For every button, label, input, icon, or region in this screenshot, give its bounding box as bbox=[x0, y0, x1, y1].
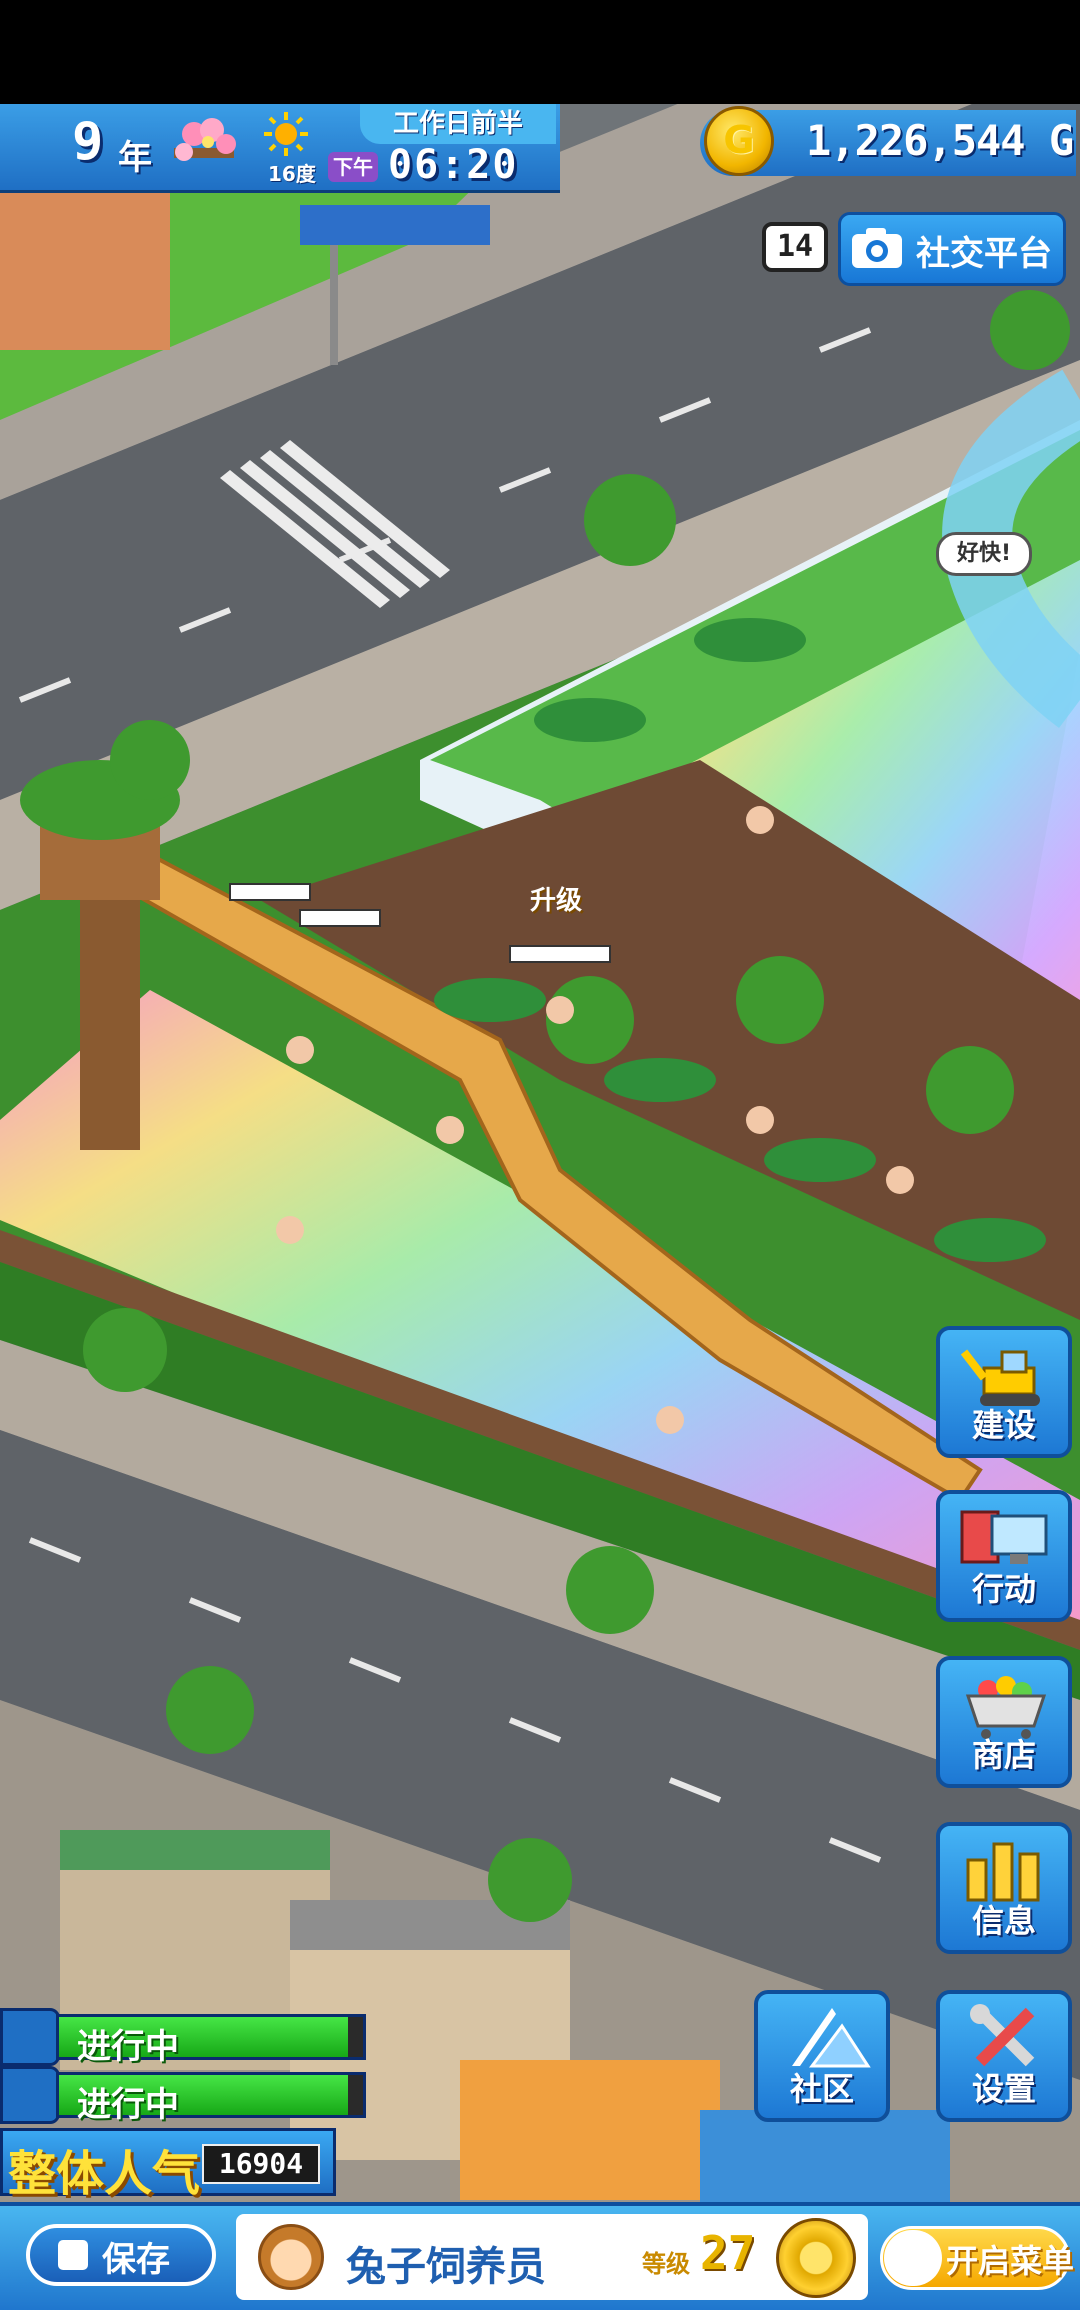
clock-time: 06:20 bbox=[388, 142, 519, 188]
player-title: 兔子饲养员 bbox=[346, 2244, 546, 2290]
park-scene[interactable] bbox=[0, 104, 1080, 2310]
settings-button[interactable]: 设置 bbox=[936, 1990, 1072, 2122]
settings-label: 设置 bbox=[971, 2070, 1036, 2108]
coin-icon: G bbox=[704, 106, 774, 176]
community-button[interactable]: 社区 bbox=[754, 1990, 890, 2122]
shop-roof-left bbox=[60, 1830, 330, 1870]
task-progress-1[interactable]: 进行中 bbox=[0, 2008, 380, 2067]
sun-icon bbox=[264, 112, 308, 156]
task-bar-1: 进行中 bbox=[56, 2014, 366, 2067]
action-label: 行动 bbox=[971, 1570, 1036, 1608]
save-label: 保存 bbox=[102, 2240, 170, 2280]
money-amount: 1,226,544 G bbox=[806, 116, 1074, 165]
social-platform-label: 社交平台 bbox=[916, 234, 1052, 274]
shop-roof-right bbox=[700, 2110, 950, 2210]
level-up-popup: 升级 bbox=[530, 886, 583, 916]
shop-awning bbox=[460, 2060, 720, 2200]
social-notification-count: 14 bbox=[762, 222, 828, 272]
info-label: 信息 bbox=[971, 1902, 1036, 1940]
bus-stop-roof bbox=[300, 205, 490, 245]
guest-speech-bubble: 好快! bbox=[936, 532, 1032, 576]
status-bar-area bbox=[0, 0, 1080, 104]
build-button[interactable]: 建设 bbox=[936, 1326, 1072, 1458]
am-pm-badge: 下午 bbox=[328, 152, 378, 182]
toggle-knob bbox=[884, 2230, 942, 2286]
menu-toggle-label: 开启菜单 bbox=[946, 2242, 1075, 2280]
task-label-2: 进行中 bbox=[77, 2085, 179, 2125]
bus-stop-post bbox=[330, 245, 338, 365]
task-progress-2[interactable]: 进行中 bbox=[0, 2066, 380, 2125]
community-label: 社区 bbox=[789, 2070, 854, 2108]
park-scene-art bbox=[0, 104, 1080, 2310]
action-button[interactable]: 行动 bbox=[936, 1490, 1072, 1622]
medal-icon bbox=[776, 2218, 856, 2298]
shop-button[interactable]: 商店 bbox=[936, 1656, 1072, 1788]
avatar bbox=[258, 2224, 324, 2290]
popularity-value: 16904 bbox=[202, 2144, 320, 2184]
treehouse-trunk bbox=[80, 870, 140, 1150]
task-bar-2: 进行中 bbox=[56, 2072, 366, 2125]
year-unit: 年 bbox=[118, 138, 152, 178]
level-label: 等级 bbox=[642, 2250, 690, 2278]
hand-icon bbox=[0, 2008, 60, 2066]
shop-label: 商店 bbox=[971, 1736, 1036, 1774]
task-label-1: 进行中 bbox=[77, 2027, 179, 2067]
build-label: 建设 bbox=[971, 1406, 1036, 1444]
game-screen: 9 年 16度 工作日前半 下午 06:20 G 1,226,544 G 14 … bbox=[0, 0, 1080, 2310]
save-icon bbox=[58, 2240, 88, 2270]
day-phase: 工作日前半 bbox=[360, 104, 556, 144]
info-button[interactable]: 信息 bbox=[936, 1822, 1072, 1954]
player-panel[interactable] bbox=[236, 2214, 868, 2300]
camera-icon bbox=[852, 228, 902, 268]
year-number: 9 bbox=[72, 112, 104, 172]
flower-icon bbox=[174, 118, 236, 161]
hand-icon bbox=[0, 2066, 60, 2124]
popularity-label: 整体人气 bbox=[8, 2146, 201, 2202]
temperature: 16度 bbox=[268, 162, 316, 186]
level-value: 27 bbox=[700, 2226, 756, 2280]
